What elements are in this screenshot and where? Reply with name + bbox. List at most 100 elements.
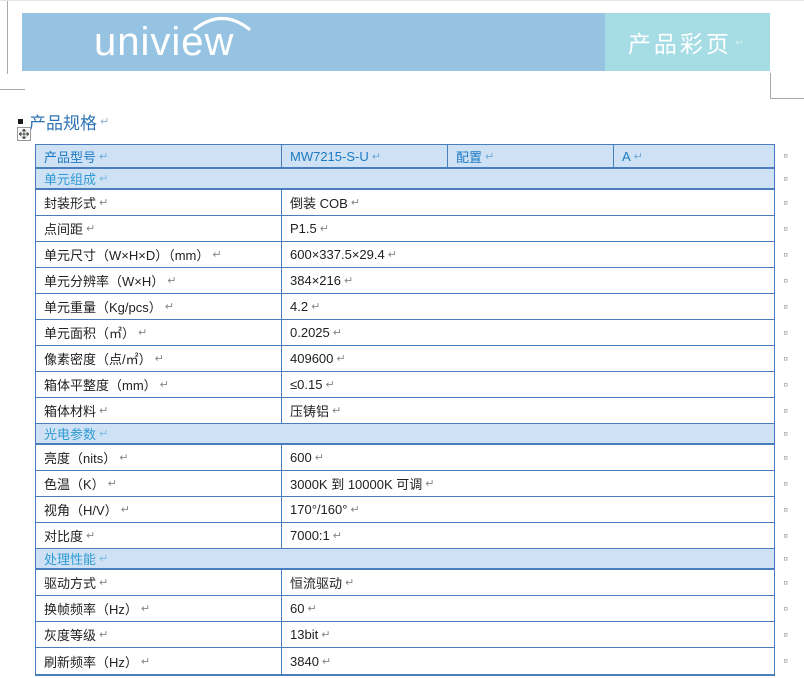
table-row: 色温（K）↵ 3000K 到 10000K 可调↵ ¤	[36, 471, 774, 497]
spec-value-cell[interactable]: 恒流驱动↵	[282, 570, 774, 595]
spec-value-cell[interactable]: 7000:1↵	[282, 523, 774, 548]
spec-label-cell[interactable]: 换帧频率（Hz）↵	[36, 596, 282, 621]
banner-tag: 产品彩页 ↵	[605, 13, 770, 71]
spec-label-cell[interactable]: 色温（K）↵	[36, 471, 282, 496]
pilcrow-mark: ↵	[485, 150, 494, 163]
pilcrow-mark: ↵	[345, 576, 354, 589]
pilcrow-mark: ↵	[160, 378, 169, 391]
spec-label-cell[interactable]: 刷新频率（Hz）↵	[36, 648, 282, 674]
pilcrow-mark: ↵	[735, 36, 747, 49]
spec-value-cell[interactable]: 60↵	[282, 596, 774, 621]
header-cell-config-value[interactable]: A↵	[614, 145, 774, 167]
spec-value-cell[interactable]: P1.5↵	[282, 216, 774, 241]
table-section-row: 单元组成↵ ¤	[36, 169, 774, 190]
page-title: 产品规格	[29, 109, 97, 134]
spec-value-cell[interactable]: 600↵	[282, 445, 774, 470]
spec-label-cell[interactable]: 视角（H/V）↵	[36, 497, 282, 522]
pilcrow-mark: ↵	[315, 451, 324, 464]
crop-mark-top-right-horizontal	[770, 98, 804, 99]
row-end-marker: ¤	[784, 224, 788, 233]
spec-label-cell[interactable]: 像素密度（点/㎡）↵	[36, 346, 282, 371]
spec-value-cell[interactable]: 倒装 COB↵	[282, 190, 774, 215]
row-end-marker: ¤	[784, 380, 788, 389]
spec-value-cell[interactable]: 4.2↵	[282, 294, 774, 319]
section-header-cell[interactable]: 光电参数↵	[36, 424, 774, 443]
spec-label-cell[interactable]: 驱动方式↵	[36, 570, 282, 595]
crop-mark-top-right-vertical	[770, 73, 771, 98]
pilcrow-mark: ↵	[322, 655, 331, 668]
table-row: 单元面积（㎡）↵ 0.2025↵ ¤	[36, 320, 774, 346]
table-row: 刷新频率（Hz）↵ 3840↵ ¤	[36, 648, 774, 674]
table-row: 换帧频率（Hz）↵ 60↵ ¤	[36, 596, 774, 622]
spec-value-cell[interactable]: 压铸铝↵	[282, 398, 774, 423]
pilcrow-mark: ↵	[99, 552, 108, 565]
header-cell-config-label[interactable]: 配置↵	[448, 145, 614, 167]
pilcrow-mark: ↵	[99, 196, 108, 209]
row-end-marker: ¤	[784, 276, 788, 285]
pilcrow-mark: ↵	[425, 477, 434, 490]
spec-label-cell[interactable]: 单元面积（㎡）↵	[36, 320, 282, 345]
spec-label-cell[interactable]: 点间距↵	[36, 216, 282, 241]
spec-value-cell[interactable]: 384×216↵	[282, 268, 774, 293]
pilcrow-mark: ↵	[388, 248, 397, 261]
pilcrow-mark: ↵	[320, 222, 329, 235]
table-section-row: 处理性能↵ ¤	[36, 549, 774, 570]
pilcrow-mark: ↵	[351, 196, 360, 209]
row-end-marker: ¤	[784, 406, 788, 415]
table-move-handle[interactable]	[17, 127, 31, 141]
pilcrow-mark: ↵	[99, 150, 108, 163]
banner-tag-text: 产品彩页	[628, 25, 732, 59]
section-header-cell[interactable]: 单元组成↵	[36, 169, 774, 188]
pilcrow-mark: ↵	[336, 352, 345, 365]
header-cell-model-label[interactable]: 产品型号↵	[36, 145, 282, 167]
pilcrow-mark: ↵	[165, 300, 174, 313]
row-end-marker: ¤	[784, 578, 788, 587]
header-cell-model-value[interactable]: MW7215-S-U↵	[282, 145, 448, 167]
pilcrow-mark: ↵	[212, 248, 221, 261]
table-row: 箱体材料↵ 压铸铝↵ ¤	[36, 398, 774, 424]
crop-mark-top-left-vertical	[7, 1, 8, 74]
table-row: 对比度↵ 7000:1↵ ¤	[36, 523, 774, 549]
logo-arc-icon	[191, 12, 253, 32]
section-header-cell[interactable]: 处理性能↵	[36, 549, 774, 568]
spec-value-cell[interactable]: 600×337.5×29.4↵	[282, 242, 774, 267]
spec-label-cell[interactable]: 对比度↵	[36, 523, 282, 548]
section-heading: 产品规格 ↵	[18, 109, 109, 134]
spec-value-cell[interactable]: 3840↵	[282, 648, 774, 674]
table-row: 封装形式↵ 倒装 COB↵ ¤	[36, 190, 774, 216]
table-row: 像素密度（点/㎡）↵ 409600↵ ¤	[36, 346, 774, 372]
spec-value-cell[interactable]: 409600↵	[282, 346, 774, 371]
pilcrow-mark: ↵	[100, 115, 109, 128]
pilcrow-mark: ↵	[321, 628, 330, 641]
spec-label-cell[interactable]: 亮度（nits）↵	[36, 445, 282, 470]
spec-label-cell[interactable]: 单元尺寸（W×H×D）（mm）↵	[36, 242, 282, 267]
row-end-marker: ¤	[784, 328, 788, 337]
pilcrow-mark: ↵	[350, 503, 359, 516]
pilcrow-mark: ↵	[332, 404, 341, 417]
spec-value-cell[interactable]: 0.2025↵	[282, 320, 774, 345]
spec-value-cell[interactable]: ≤0.15↵	[282, 372, 774, 397]
document-page: uniview 产品彩页 ↵ 产品规格 ↵ 产品型号↵ MW7215-S-U	[0, 0, 804, 678]
spec-value-cell[interactable]: 13bit↵	[282, 622, 774, 647]
spec-label-cell[interactable]: 箱体材料↵	[36, 398, 282, 423]
pilcrow-mark: ↵	[634, 150, 643, 163]
pilcrow-mark: ↵	[86, 222, 95, 235]
spec-label-cell[interactable]: 灰度等级↵	[36, 622, 282, 647]
spec-label-cell[interactable]: 单元重量（Kg/pcs）↵	[36, 294, 282, 319]
spec-label-cell[interactable]: 单元分辨率（W×H）↵	[36, 268, 282, 293]
table-row: 亮度（nits）↵ 600↵ ¤	[36, 445, 774, 471]
row-end-marker: ¤	[784, 554, 788, 563]
spec-label-cell[interactable]: 箱体平整度（mm）↵	[36, 372, 282, 397]
table-row: 视角（H/V）↵ 170°/160°↵ ¤	[36, 497, 774, 523]
table-row: 点间距↵ P1.5↵ ¤	[36, 216, 774, 242]
spec-label-cell[interactable]: 封装形式↵	[36, 190, 282, 215]
spec-value-cell[interactable]: 170°/160°↵	[282, 497, 774, 522]
table-header-row: 产品型号↵ MW7215-S-U↵ 配置↵ A↵ ¤	[36, 145, 774, 169]
row-end-marker: ¤	[784, 354, 788, 363]
row-end-marker: ¤	[784, 657, 788, 666]
pilcrow-mark: ↵	[99, 172, 108, 185]
row-end-marker: ¤	[784, 174, 788, 183]
pilcrow-mark: ↵	[307, 602, 316, 615]
pilcrow-mark: ↵	[99, 628, 108, 641]
spec-value-cell[interactable]: 3000K 到 10000K 可调↵	[282, 471, 774, 496]
